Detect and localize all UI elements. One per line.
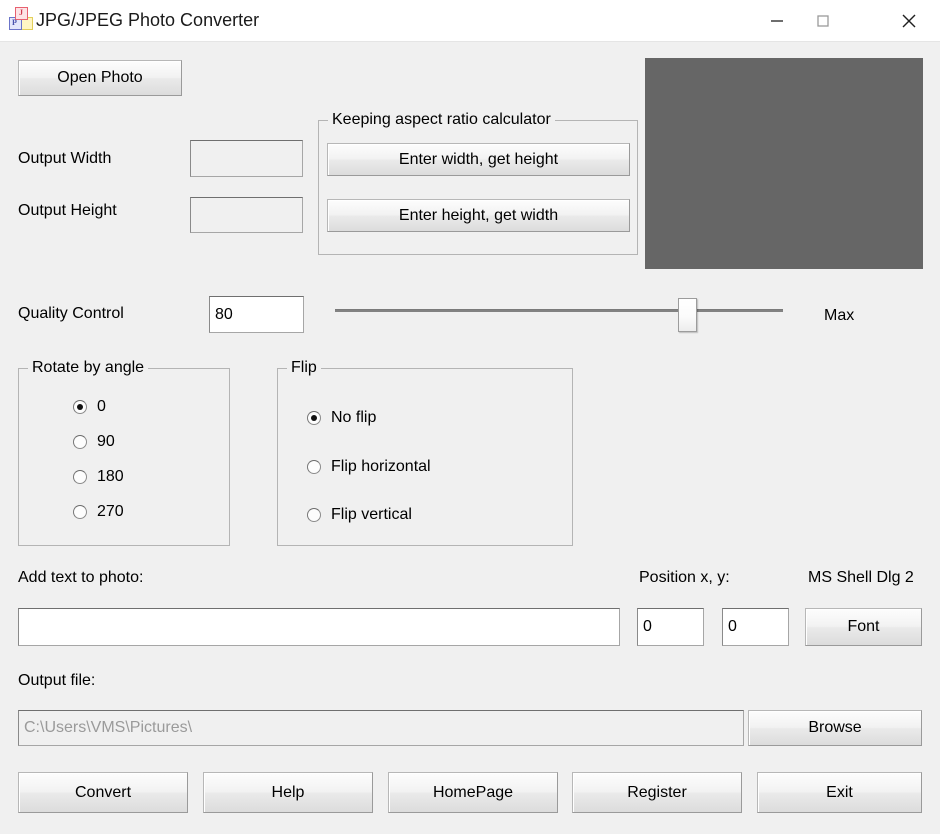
register-button[interactable]: Register xyxy=(572,772,742,813)
quality-slider-thumb[interactable] xyxy=(678,298,697,332)
enter-width-get-height-button[interactable]: Enter width, get height xyxy=(327,143,630,176)
output-width-input[interactable] xyxy=(190,140,303,177)
add-text-label: Add text to photo: xyxy=(18,569,144,586)
font-name-label: MS Shell Dlg 2 xyxy=(808,569,914,586)
radio-icon xyxy=(73,435,87,449)
flip-option-no-flip[interactable]: No flip xyxy=(307,409,376,427)
minimize-icon xyxy=(771,19,783,22)
flip-group-title: Flip xyxy=(287,359,321,377)
output-file-path-input[interactable]: C:\Users\VMS\Pictures\ xyxy=(18,710,744,746)
radio-icon xyxy=(73,470,87,484)
quality-slider-track[interactable] xyxy=(335,309,783,312)
position-y-input[interactable]: 0 xyxy=(722,608,789,646)
homepage-button[interactable]: HomePage xyxy=(388,772,558,813)
position-x-input[interactable]: 0 xyxy=(637,608,704,646)
quality-slider[interactable] xyxy=(335,298,783,332)
rotate-group-title: Rotate by angle xyxy=(28,359,149,377)
quality-value-input[interactable]: 80 xyxy=(209,296,304,333)
add-text-input[interactable] xyxy=(18,608,620,646)
photo-preview xyxy=(645,58,923,269)
rotate-option-180[interactable]: 180 xyxy=(73,468,124,486)
close-button[interactable] xyxy=(886,0,932,41)
browse-button[interactable]: Browse xyxy=(748,710,922,746)
window-title: JPG/JPEG Photo Converter xyxy=(36,10,260,30)
flip-option-horizontal-label: Flip horizontal xyxy=(331,458,431,475)
radio-icon xyxy=(73,400,87,414)
convert-button[interactable]: Convert xyxy=(18,772,188,813)
exit-button[interactable]: Exit xyxy=(757,772,922,813)
open-photo-button[interactable]: Open Photo xyxy=(18,60,182,96)
font-button[interactable]: Font xyxy=(805,608,922,646)
output-file-label: Output file: xyxy=(18,672,96,689)
maximize-icon xyxy=(817,14,829,27)
rotate-by-angle-group: Rotate by angle xyxy=(18,359,230,546)
quality-max-label: Max xyxy=(824,307,855,324)
help-button[interactable]: Help xyxy=(203,772,373,813)
rotate-option-180-label: 180 xyxy=(97,468,124,485)
flip-option-no-flip-label: No flip xyxy=(331,409,377,426)
radio-icon xyxy=(307,508,321,522)
rotate-option-270[interactable]: 270 xyxy=(73,503,124,521)
rotate-option-90-label: 90 xyxy=(97,433,115,450)
maximize-button[interactable] xyxy=(800,0,846,41)
quality-control-label: Quality Control xyxy=(18,305,124,322)
flip-option-vertical[interactable]: Flip vertical xyxy=(307,506,412,524)
aspect-ratio-group-title: Keeping aspect ratio calculator xyxy=(328,111,555,129)
rotate-option-0[interactable]: 0 xyxy=(73,398,106,416)
radio-icon xyxy=(73,505,87,519)
flip-option-horizontal[interactable]: Flip horizontal xyxy=(307,458,431,476)
radio-icon xyxy=(307,460,321,474)
output-width-label: Output Width xyxy=(18,150,112,167)
aspect-ratio-group: Keeping aspect ratio calculator xyxy=(318,111,638,255)
rotate-option-270-label: 270 xyxy=(97,503,124,520)
app-icon: J P xyxy=(8,7,34,33)
rotate-option-90[interactable]: 90 xyxy=(73,433,115,451)
enter-height-get-width-button[interactable]: Enter height, get width xyxy=(327,199,630,232)
output-height-label: Output Height xyxy=(18,202,117,219)
output-height-input[interactable] xyxy=(190,197,303,233)
close-icon xyxy=(902,14,916,27)
position-label: Position x, y: xyxy=(639,569,730,586)
title-bar: J P JPG/JPEG Photo Converter xyxy=(0,0,940,42)
rotate-option-0-label: 0 xyxy=(97,398,106,415)
minimize-button[interactable] xyxy=(754,0,800,41)
flip-option-vertical-label: Flip vertical xyxy=(331,506,412,523)
radio-icon xyxy=(307,411,321,425)
